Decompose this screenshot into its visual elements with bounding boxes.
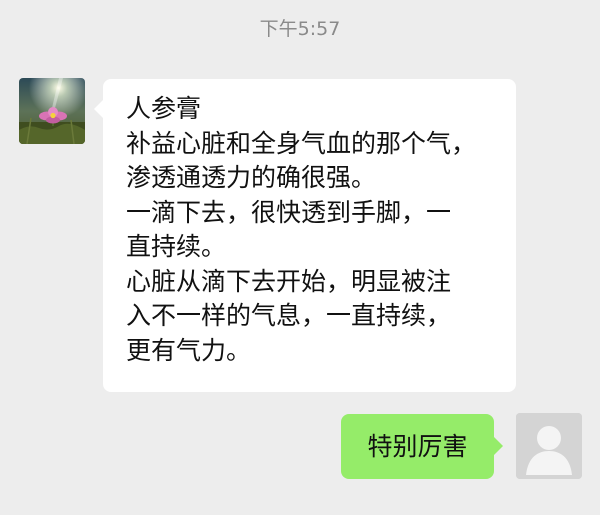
message-line: 渗透通透力的确很强。 xyxy=(126,163,377,192)
message-line: 一滴下去，很快透到手脚，一 xyxy=(126,197,452,227)
sent-message-bubble[interactable]: 特别厉害 xyxy=(341,414,503,479)
message-line: 入不一样的气息，一直持续， xyxy=(126,301,452,330)
message-line: 心脏从滴下去开始，明显被注 xyxy=(126,266,452,296)
message-line: 人参膏 xyxy=(126,94,202,123)
received-message-bubble[interactable]: 人参膏 补益心脏和全身气血的那个气， 渗透通透力的确很强。 一滴下去，很快透到手… xyxy=(94,79,516,392)
message-timestamp: 下午5:57 xyxy=(259,18,341,40)
received-message-text: 人参膏 补益心脏和全身气血的那个气， 渗透通透力的确很强。 一滴下去，很快透到手… xyxy=(126,92,476,368)
my-avatar[interactable] xyxy=(516,413,582,479)
message-line: 更有气力。 xyxy=(126,335,252,365)
message-line: 补益心脏和全身气血的那个气， xyxy=(126,128,477,158)
default-user-avatar-icon xyxy=(516,413,582,479)
contact-avatar[interactable] xyxy=(19,78,85,144)
message-line: 直持续。 xyxy=(126,232,227,261)
sent-message-text: 特别厉害 xyxy=(367,432,468,461)
flower-photo-avatar-icon xyxy=(19,78,85,144)
